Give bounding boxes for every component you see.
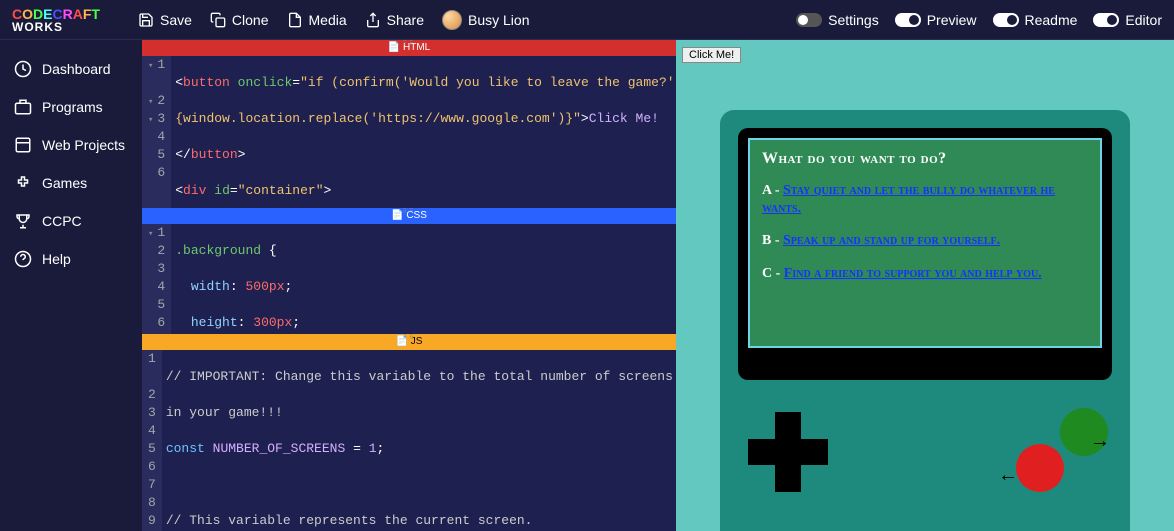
option-a: A - Stay quiet and let the bully do what…: [762, 182, 1088, 218]
editor-toggle[interactable]: Editor: [1093, 12, 1162, 28]
programs-icon: [14, 98, 32, 116]
arrow-right-icon: →: [1090, 430, 1110, 453]
save-icon: [138, 12, 154, 28]
html-editor[interactable]: ▾1 ▾2▾3456 <button onclick="if (confirm(…: [142, 56, 676, 208]
sidebar-item-label: Web Projects: [42, 137, 125, 153]
topbar: CODECRAFT WORKS Save Clone Media Share B…: [0, 0, 1174, 40]
help-icon: [14, 250, 32, 268]
css-code[interactable]: .background { width: 500px; height: 300p…: [171, 224, 676, 334]
js-code[interactable]: // IMPORTANT: Change this variable to th…: [162, 350, 676, 531]
share-label: Share: [387, 12, 424, 28]
html-pane-header[interactable]: 📄 HTML: [142, 40, 676, 56]
sidebar-item-label: CCPC: [42, 213, 82, 229]
option-b-link[interactable]: Speak up and stand up for yourself.: [783, 233, 1000, 248]
sidebar: Dashboard Programs Web Projects Games CC…: [0, 40, 142, 531]
click-me-button[interactable]: Click Me!: [682, 47, 741, 63]
clone-icon: [210, 12, 226, 28]
toggle-icon: [895, 13, 921, 27]
sidebar-item-games[interactable]: Games: [0, 164, 142, 202]
user-label: Busy Lion: [468, 12, 529, 28]
save-label: Save: [160, 12, 192, 28]
sidebar-item-programs[interactable]: Programs: [0, 88, 142, 126]
readme-label: Readme: [1025, 12, 1078, 28]
question-title: What do you want to do?: [762, 150, 1088, 168]
media-button[interactable]: Media: [287, 12, 347, 28]
settings-label: Settings: [828, 12, 879, 28]
option-c: C - Find a friend to support you and hel…: [762, 265, 1088, 283]
sidebar-item-label: Games: [42, 175, 87, 191]
editor-area: 📄 HTML ▾1 ▾2▾3456 <button onclick="if (c…: [142, 40, 676, 531]
sidebar-item-dashboard[interactable]: Dashboard: [0, 50, 142, 88]
clone-label: Clone: [232, 12, 269, 28]
editor-label: Editor: [1125, 12, 1162, 28]
media-label: Media: [309, 12, 347, 28]
gameboy-label: ANTI-BULLYING GAME: [748, 354, 1102, 370]
sidebar-item-label: Dashboard: [42, 61, 111, 77]
clone-button[interactable]: Clone: [210, 12, 269, 28]
preview-label: Preview: [927, 12, 977, 28]
gameboy-controls: → ←: [738, 402, 1112, 512]
option-c-link[interactable]: Find a friend to support you and help yo…: [784, 266, 1042, 281]
js-gutter: 1 23456789: [142, 350, 162, 531]
sidebar-item-label: Programs: [42, 99, 103, 115]
webprojects-icon: [14, 136, 32, 154]
b-button[interactable]: [1016, 444, 1064, 492]
gameboy-screen: What do you want to do? A - Stay quiet a…: [748, 138, 1102, 348]
user-menu[interactable]: Busy Lion: [442, 10, 529, 30]
readme-toggle[interactable]: Readme: [993, 12, 1078, 28]
avatar-icon: [442, 10, 462, 30]
toggle-icon: [993, 13, 1019, 27]
js-editor[interactable]: 1 23456789 // IMPORTANT: Change this var…: [142, 350, 676, 531]
preview-pane: Click Me! What do you want to do? A - St…: [676, 40, 1174, 531]
html-gutter: ▾1 ▾2▾3456: [142, 56, 171, 208]
option-b: B - Speak up and stand up for yourself.: [762, 232, 1088, 250]
js-pane-header[interactable]: 📄 JS: [142, 334, 676, 350]
save-button[interactable]: Save: [138, 12, 192, 28]
option-a-link[interactable]: Stay quiet and let the bully do whatever…: [762, 183, 1055, 216]
css-editor[interactable]: ▾123456 .background { width: 500px; heig…: [142, 224, 676, 334]
trophy-icon: [14, 212, 32, 230]
settings-toggle[interactable]: Settings: [796, 12, 879, 28]
css-pane-header[interactable]: 📄 CSS: [142, 208, 676, 224]
share-icon: [365, 12, 381, 28]
games-icon: [14, 174, 32, 192]
main: Dashboard Programs Web Projects Games CC…: [0, 40, 1174, 531]
media-icon: [287, 12, 303, 28]
css-gutter: ▾123456: [142, 224, 171, 334]
dpad[interactable]: [748, 412, 828, 492]
preview-toggle[interactable]: Preview: [895, 12, 977, 28]
toggle-icon: [1093, 13, 1119, 27]
sidebar-item-label: Help: [42, 251, 71, 267]
dashboard-icon: [14, 60, 32, 78]
toggle-icon: [796, 13, 822, 27]
sidebar-item-help[interactable]: Help: [0, 240, 142, 278]
sidebar-item-webprojects[interactable]: Web Projects: [0, 126, 142, 164]
gameboy-screen-outer: What do you want to do? A - Stay quiet a…: [738, 128, 1112, 380]
html-code[interactable]: <button onclick="if (confirm('Would you …: [171, 56, 676, 208]
sidebar-item-ccpc[interactable]: CCPC: [0, 202, 142, 240]
logo[interactable]: CODECRAFT WORKS: [12, 7, 100, 33]
arrow-left-icon: ←: [998, 464, 1018, 487]
gameboy-frame: What do you want to do? A - Stay quiet a…: [720, 110, 1130, 531]
share-button[interactable]: Share: [365, 12, 424, 28]
